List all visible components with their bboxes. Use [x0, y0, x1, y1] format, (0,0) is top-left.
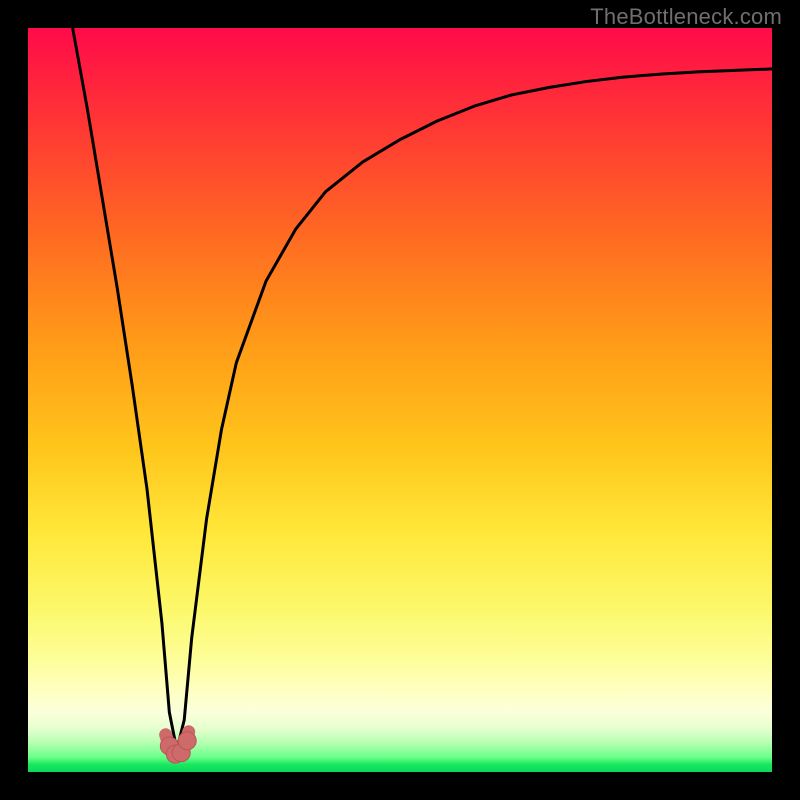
bottleneck-curve-path	[73, 28, 772, 750]
chart-frame: TheBottleneck.com	[0, 0, 800, 800]
curve-layer	[28, 28, 772, 772]
minimum-marker	[178, 732, 196, 750]
watermark-text: TheBottleneck.com	[590, 4, 782, 30]
plot-area	[28, 28, 772, 772]
